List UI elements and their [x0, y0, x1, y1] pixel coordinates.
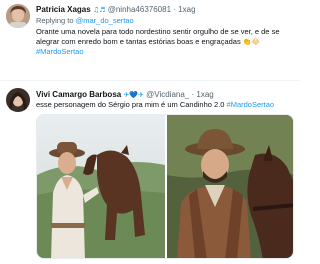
separator-dot: ·	[191, 90, 195, 99]
user-handle[interactable]: @Vicdiana_	[146, 90, 189, 99]
plane-heart-icon: ✈💙✈	[123, 91, 144, 99]
avatar[interactable]	[6, 4, 30, 28]
photo-man-close-up-with-horse-image	[167, 115, 293, 258]
timestamp[interactable]: 1xag	[196, 90, 213, 99]
hashtag-link[interactable]: #MardoSertao	[227, 100, 275, 109]
media-photo-left[interactable]	[37, 115, 165, 258]
reply-prefix: Replying to	[36, 16, 74, 25]
media-photo-right[interactable]	[167, 115, 293, 258]
tweet-patricia[interactable]: Patricia Xagas ♫♬ @ninha46376081 · 1xag …	[0, 0, 300, 80]
display-name[interactable]: Patricia Xagas	[36, 5, 91, 14]
music-notes-icon: ♫♬	[92, 6, 106, 14]
avatar-image	[6, 4, 30, 28]
clapping-laughing-emoji-icon: 👏😂	[242, 38, 260, 46]
reply-context: Replying to @mar_do_sertao	[36, 16, 134, 26]
hashtag-link[interactable]: #MardoSertao	[36, 47, 292, 57]
tweet-media[interactable]	[36, 114, 294, 259]
avatar-image	[6, 88, 30, 112]
timestamp[interactable]: 1xag	[178, 5, 195, 14]
tweet-text-line: Orante uma novela para todo nordestino s…	[36, 27, 280, 36]
avatar[interactable]	[6, 88, 30, 112]
twitter-feed: Patricia Xagas ♫♬ @ninha46376081 · 1xag …	[0, 0, 300, 264]
reply-mention-link[interactable]: @mar_do_sertao	[76, 16, 134, 25]
tweet-vivi[interactable]: Vivi Camargo Barbosa ✈💙✈ @Vicdiana_ · 1x…	[0, 81, 300, 264]
tweet-text-line: alegrar com enredo bom e tantas estórias…	[36, 37, 292, 47]
separator-dot: ·	[173, 5, 176, 14]
user-handle[interactable]: @ninha46376081	[108, 5, 171, 14]
tweet-text-body: esse personagem do Sérgio pra mim é um C…	[36, 100, 225, 109]
tweet-text-line-body: alegrar com enredo bom e tantas estórias…	[36, 37, 241, 46]
display-name[interactable]: Vivi Camargo Barbosa	[36, 90, 121, 99]
photo-man-with-horse-image	[37, 115, 165, 258]
tweet-text: Orante uma novela para todo nordestino s…	[36, 27, 292, 57]
tweet-text: esse personagem do Sérgio pra mim é um C…	[36, 100, 292, 110]
